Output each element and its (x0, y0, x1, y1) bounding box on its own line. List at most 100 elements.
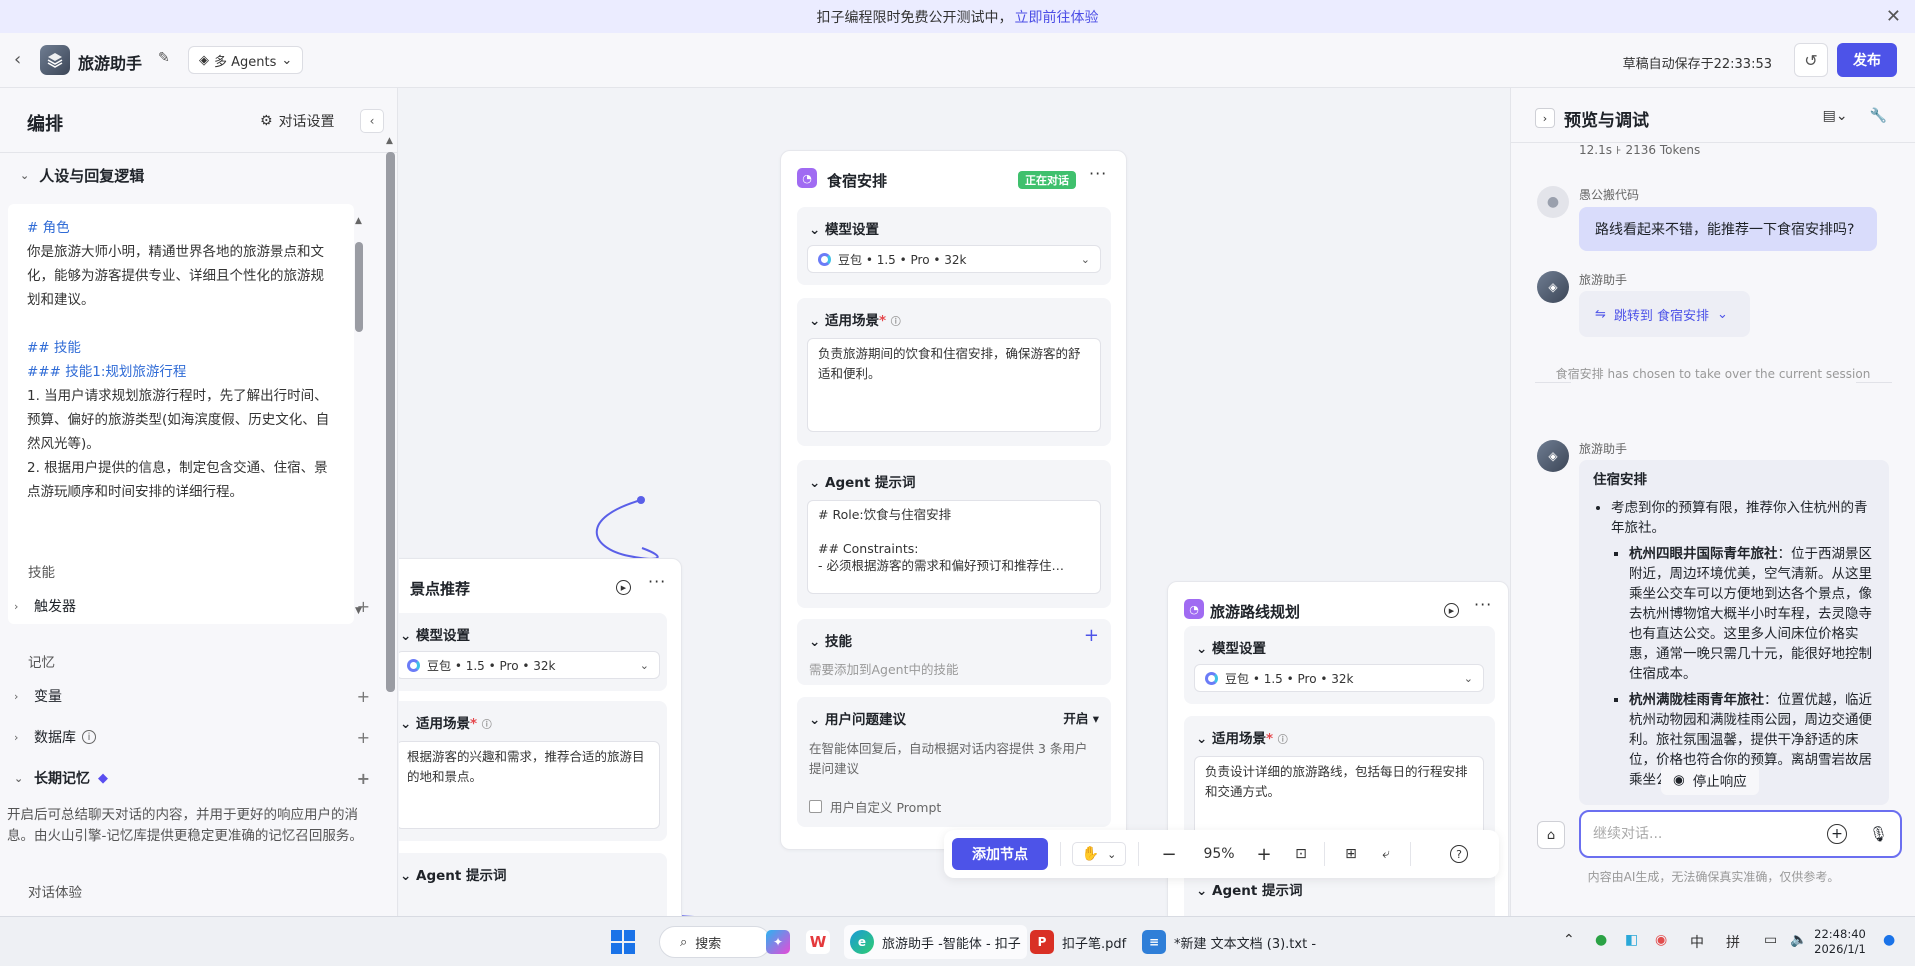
tray-app-icon[interactable]: ◧ (1625, 932, 1638, 948)
prompt-line: 1. 当用户请求规划旅游行程时，先了解出行时间、预算、偏好的旅游类型(如海滨度假… (27, 388, 330, 452)
add-icon[interactable]: + (357, 597, 370, 616)
suggest-state: 开启 (1063, 711, 1089, 726)
volume-icon[interactable]: 🔈 (1790, 932, 1807, 948)
add-skill-icon[interactable]: + (1084, 625, 1099, 646)
info-icon[interactable]: ⓘ (891, 317, 901, 328)
skills-hint: 需要添加到Agent中的技能 (809, 662, 959, 677)
add-icon[interactable]: + (357, 769, 370, 788)
play-icon[interactable]: ▶ (616, 580, 631, 595)
canvas-toolbar: 添加节点 ✋ ⌄ − 95% + ⊡ ⊞ ⤶ ? (944, 830, 1499, 878)
pointer-mode-select[interactable]: ✋ ⌄ (1072, 842, 1126, 866)
scroll-up-icon[interactable]: ▲ (355, 216, 362, 226)
long-memory-label: 长期记忆 (34, 771, 90, 787)
add-attachment-icon[interactable]: + (1826, 824, 1847, 844)
prompt-scrollbar[interactable]: ▲ ▼ (355, 216, 363, 616)
stop-label: 停止响应 (1692, 774, 1747, 790)
panel-scrollbar[interactable]: ▲ ▼ (386, 136, 395, 896)
close-icon[interactable]: ✕ (1886, 6, 1901, 27)
divider (0, 152, 397, 153)
ime-mode[interactable]: 中 (1690, 932, 1704, 952)
prompt-line: 2. 根据用户提供的信息，制定包含交通、住宿、景点游玩顺序和时间安排的详细行程。 (27, 460, 328, 500)
copilot-app-icon[interactable]: ✦ (760, 925, 796, 959)
divider (1138, 842, 1139, 866)
persona-section-header[interactable]: ⌄ 人设与回复逻辑 (20, 165, 144, 186)
tray-chevron-icon[interactable]: ⌃ (1563, 932, 1575, 948)
model-select[interactable]: 豆包 • 1.5 • Pro • 32k ⌄ (399, 651, 660, 679)
expand-panel-button[interactable]: › (1535, 108, 1555, 128)
history-button[interactable]: ↺ (1794, 43, 1828, 77)
agent-node-food[interactable]: ◔ 食宿安排 正在对话 ··· ⌄ 模型设置 豆包 • 1.5 • Pro • … (780, 150, 1127, 850)
variables-row[interactable]: › 变量 + (14, 684, 370, 708)
help-icon[interactable]: ? (1450, 845, 1468, 863)
add-node-button[interactable]: 添加节点 (952, 838, 1048, 870)
chevron-right-icon: › (14, 599, 19, 613)
wechat-icon[interactable]: ● (1595, 932, 1607, 948)
fit-view-icon[interactable]: ⊡ (1291, 842, 1311, 866)
collapse-panel-button[interactable]: ‹ (360, 109, 384, 133)
agent-node-spot[interactable]: 景点推荐 ▶ ··· ⌄ 模型设置 豆包 • 1.5 • Pro • 32k ⌄… (399, 558, 682, 916)
play-icon[interactable]: ▶ (1444, 603, 1459, 618)
info-icon[interactable]: ⓘ (1278, 735, 1288, 746)
agents-mode-select[interactable]: ◈ 多 Agents ⌄ (188, 46, 304, 74)
chevron-down-icon: ⌄ (14, 771, 24, 785)
more-icon[interactable]: ··· (648, 572, 666, 591)
info-icon[interactable]: i (82, 730, 96, 744)
auto-arrange-icon[interactable]: ⤶ (1376, 842, 1396, 866)
ime-pinyin[interactable]: 拼 (1726, 932, 1740, 952)
add-icon[interactable]: + (357, 687, 370, 706)
scene-label: 适用场景 (416, 716, 471, 732)
add-icon[interactable]: + (357, 728, 370, 747)
back-icon[interactable]: ‹ (14, 49, 21, 70)
agent-prompt-textarea[interactable]: # Role:饮食与住宿安排 ## Constraints: - 必须根据游客的需求… (807, 500, 1101, 594)
suggest-state-select[interactable]: 开启 ▾ (1063, 708, 1099, 727)
more-icon[interactable]: ··· (1474, 595, 1492, 614)
edit-icon[interactable]: ✎ (158, 50, 170, 66)
scene-textarea[interactable]: 根据游客的兴趣和需求，推荐合适的旅游目的地和景点。 (399, 741, 660, 829)
model-select[interactable]: 豆包 • 1.5 • Pro • 32k ⌄ (807, 245, 1101, 273)
trigger-row[interactable]: › 触发器 + (14, 594, 370, 618)
zoom-out-button[interactable]: − (1159, 842, 1179, 866)
persona-prompt-editor[interactable]: # 角色 你是旅游大师小明，精通世界各地的旅游景点和文化，能够为游客提供专业、详细… (8, 204, 354, 624)
taskbar-search[interactable]: ⌕ 搜索 (659, 926, 771, 958)
publish-button[interactable]: 发布 (1837, 43, 1897, 77)
conversation-settings-button[interactable]: ⚙ 对话设置 (260, 111, 335, 131)
scroll-thumb[interactable] (355, 242, 363, 332)
jump-agent-chip[interactable]: ⇋ 跳转到 食宿安排 ⌄ (1579, 291, 1750, 337)
microphone-icon[interactable]: 🎙 (1869, 825, 1888, 843)
more-icon[interactable]: ··· (1089, 164, 1107, 183)
clear-history-button[interactable]: ⌂ (1537, 821, 1565, 849)
tray-app-icon[interactable]: ◉ (1655, 932, 1667, 948)
taskbar-pdf-app[interactable]: P 扣子笔.pdf (1024, 925, 1132, 959)
notepad-app-label: *新建 文本文档 (3).txt - (1174, 936, 1317, 952)
wps-app-icon[interactable]: W (800, 925, 836, 959)
workflow-canvas[interactable]: ◔ 食宿安排 正在对话 ··· ⌄ 模型设置 豆包 • 1.5 • Pro • … (399, 88, 1510, 916)
database-row[interactable]: › 数据库 i + (14, 725, 370, 749)
long-memory-row[interactable]: ⌄ 长期记忆 ◆ + (14, 766, 370, 790)
suggest-description: 在智能体回复后，自动根据对话内容提供 3 条用户提问建议 (809, 741, 1088, 776)
model-select[interactable]: 豆包 • 1.5 • Pro • 32k ⌄ (1194, 664, 1484, 692)
chat-input-field[interactable] (1593, 826, 1827, 842)
agent-prompt-label: Agent 提示词 (1212, 883, 1303, 899)
stop-response-button[interactable]: ◉ 停止响应 (1661, 765, 1759, 795)
notification-icon[interactable]: ● (1883, 932, 1895, 948)
banner-link[interactable]: 立即前往体验 (1015, 7, 1099, 27)
layout-icon[interactable]: ⊞ (1341, 842, 1361, 866)
info-icon[interactable]: ⓘ (482, 720, 492, 731)
checkbox[interactable] (809, 800, 822, 813)
wrench-icon[interactable]: 🔧 (1870, 108, 1887, 124)
custom-prompt-checkbox[interactable]: 用户自定义 Prompt (809, 797, 941, 816)
header: ‹ 旅游助手 ✎ ◈ 多 Agents ⌄ 草稿自动保存于22:33:53 ↺ … (0, 33, 1915, 88)
chat-input[interactable]: + 🎙 (1579, 810, 1902, 858)
debug-menu-icon[interactable]: ▤⌄ (1823, 108, 1848, 124)
agent-icon: ◔ (797, 168, 817, 188)
display-icon[interactable]: ▭ (1764, 932, 1777, 948)
system-clock[interactable]: 22:48:40 2026/1/1 (1810, 927, 1870, 957)
scroll-thumb[interactable] (386, 152, 395, 692)
taskbar-edge-app[interactable]: e 旅游助手 -智能体 - 扣子 (844, 925, 1027, 959)
windows-start-icon[interactable] (611, 930, 635, 954)
scroll-up-icon[interactable]: ▲ (386, 136, 393, 146)
zoom-in-button[interactable]: + (1254, 842, 1274, 866)
taskbar-notepad-app[interactable]: ≡ *新建 文本文档 (3).txt - (1136, 925, 1322, 959)
model-name: 豆包 • 1.5 • Pro • 32k (427, 658, 556, 673)
scene-textarea[interactable]: 负责旅游期间的饮食和住宿安排，确保游客的舒适和便利。 (807, 338, 1101, 432)
